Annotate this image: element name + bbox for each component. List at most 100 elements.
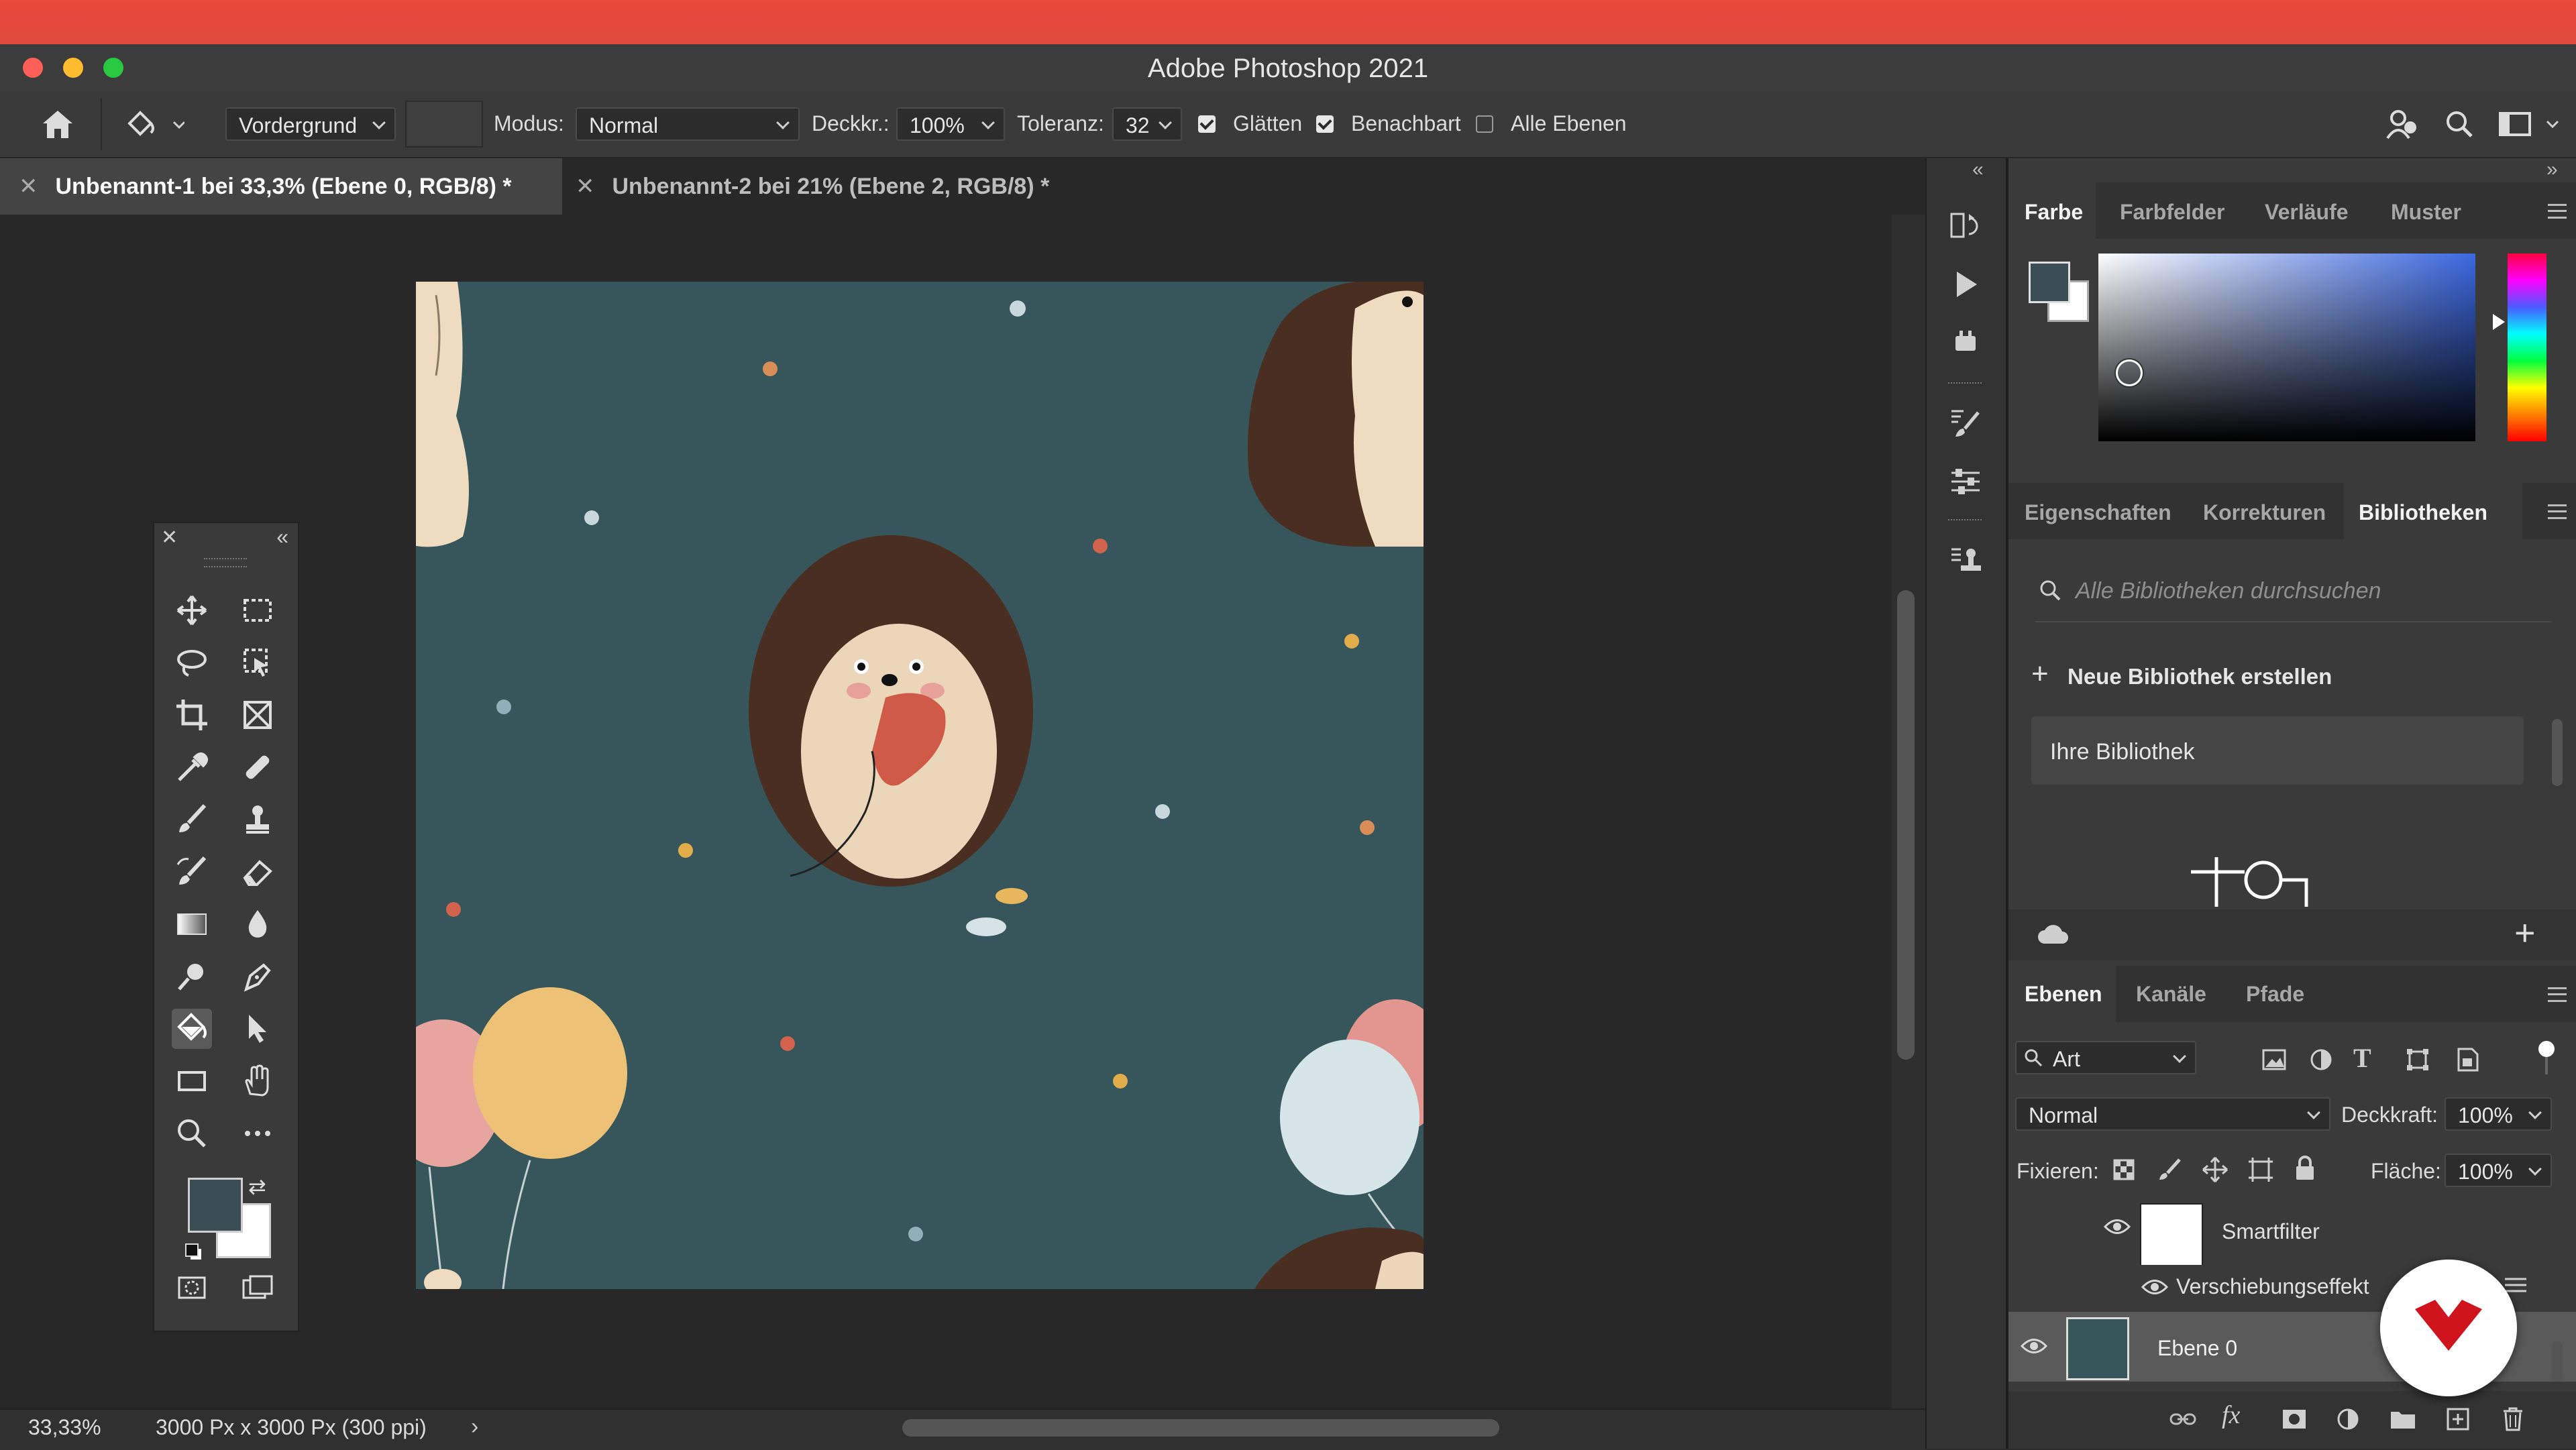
workspace-switcher-icon[interactable] <box>2494 107 2568 141</box>
tab-libraries[interactable]: Bibliotheken <box>2359 500 2487 525</box>
eraser-tool-icon[interactable] <box>237 852 278 892</box>
layer-opacity-input[interactable]: 100% <box>2445 1097 2552 1131</box>
frame-tool-icon[interactable] <box>237 695 278 735</box>
more-tools-icon[interactable] <box>237 1113 278 1154</box>
document-info[interactable]: 3000 Px x 3000 Px (300 ppi) <box>156 1415 427 1440</box>
visibility-eye-icon[interactable] <box>2103 1217 2131 1243</box>
clone-source-panel-icon[interactable] <box>1942 541 1989 581</box>
tab-document-2[interactable]: ✕ Unbenannt-2 bei 21% (Ebene 2, RGB/8) * <box>562 158 1099 215</box>
dodge-tool-icon[interactable] <box>172 956 212 997</box>
eyedropper-tool-icon[interactable] <box>172 747 212 787</box>
tab-patterns[interactable]: Muster <box>2391 200 2461 225</box>
document-canvas[interactable] <box>416 282 1424 1289</box>
healing-brush-tool-icon[interactable] <box>237 747 278 787</box>
pen-tool-icon[interactable] <box>237 956 278 997</box>
panel-menu-icon[interactable] <box>2548 204 2567 219</box>
tab-color[interactable]: Farbe <box>2025 200 2083 225</box>
brush-settings-panel-icon[interactable] <box>1942 402 1989 443</box>
crop-tool-icon[interactable] <box>172 695 212 735</box>
layer-thumbnail[interactable] <box>2066 1317 2129 1380</box>
new-group-folder-icon[interactable] <box>2388 1404 2418 1434</box>
home-icon[interactable] <box>38 107 78 141</box>
filter-toggle[interactable] <box>2538 1041 2555 1074</box>
lasso-tool-icon[interactable] <box>172 643 212 683</box>
close-panel-icon[interactable]: ✕ <box>161 526 178 549</box>
object-selection-tool-icon[interactable] <box>237 643 278 683</box>
lock-artboard-icon[interactable] <box>2246 1155 2275 1184</box>
rectangle-tool-icon[interactable] <box>172 1061 212 1101</box>
paint-bucket-tool-preset-icon[interactable] <box>121 107 188 141</box>
lock-image-pixels-icon[interactable] <box>2156 1156 2183 1183</box>
cloud-icon[interactable] <box>2037 920 2070 947</box>
lock-transparent-pixels-icon[interactable] <box>2110 1156 2137 1183</box>
antialias-checkbox[interactable] <box>1198 115 1216 133</box>
hue-slider[interactable] <box>2508 254 2546 441</box>
zoom-level[interactable]: 33,33% <box>28 1415 101 1440</box>
tab-gradients[interactable]: Verläufe <box>2265 200 2349 225</box>
new-adjustment-layer-icon[interactable] <box>2333 1404 2363 1434</box>
opacity-input[interactable]: 100% <box>896 107 1005 141</box>
clone-stamp-tool-icon[interactable] <box>237 799 278 840</box>
zoom-tool-icon[interactable] <box>172 1113 212 1154</box>
pattern-picker[interactable] <box>405 101 483 148</box>
smart-filter-mask-thumbnail[interactable] <box>2140 1203 2203 1266</box>
close-tab-icon[interactable]: ✕ <box>576 174 595 199</box>
add-mask-icon[interactable] <box>2279 1404 2309 1434</box>
collapse-panel-icon[interactable]: « <box>276 524 288 549</box>
hue-slider-handle[interactable] <box>2493 314 2505 330</box>
path-selection-tool-icon[interactable] <box>237 1009 278 1049</box>
color-picker-handle[interactable] <box>2116 359 2143 386</box>
tab-adjustments[interactable]: Korrekturen <box>2203 500 2326 525</box>
gradient-tool-icon[interactable] <box>172 904 212 944</box>
plus-icon[interactable]: + <box>2031 657 2049 691</box>
visibility-eye-icon[interactable] <box>2141 1277 2169 1303</box>
learn-icon[interactable] <box>2381 107 2422 141</box>
actions-panel-icon[interactable] <box>1942 264 1989 304</box>
filter-pixel-layers-icon[interactable] <box>2258 1044 2290 1076</box>
foreground-color-swatch[interactable] <box>188 1178 243 1233</box>
panel-menu-icon[interactable] <box>2548 504 2567 519</box>
layers-scroll-thumb[interactable] <box>2552 1341 2563 1382</box>
fill-input[interactable]: 100% <box>2445 1154 2552 1187</box>
swap-colors-icon[interactable]: ⇄ <box>248 1174 266 1199</box>
library-search-placeholder[interactable]: Alle Bibliotheken durchsuchen <box>2076 578 2381 604</box>
horizontal-scroll-thumb[interactable] <box>902 1419 1499 1437</box>
plugins-panel-icon[interactable] <box>1942 322 1989 362</box>
tab-swatches[interactable]: Farbfelder <box>2120 200 2224 225</box>
filter-smart-objects-icon[interactable] <box>2451 1044 2483 1076</box>
hand-tool-icon[interactable] <box>237 1061 278 1101</box>
quick-mask-icon[interactable] <box>172 1268 212 1308</box>
screen-mode-icon[interactable] <box>237 1268 278 1308</box>
tab-document-1[interactable]: ✕ Unbenannt-1 bei 33,3% (Ebene 0, RGB/8) … <box>0 158 562 215</box>
filter-adjustment-layers-icon[interactable] <box>2305 1044 2337 1076</box>
chevron-right-icon[interactable]: › <box>471 1414 478 1440</box>
close-tab-icon[interactable]: ✕ <box>19 174 38 199</box>
paint-bucket-tool-icon[interactable] <box>172 1009 212 1049</box>
link-layers-icon[interactable] <box>2168 1404 2198 1434</box>
tab-paths[interactable]: Pfade <box>2246 982 2304 1007</box>
tab-layers[interactable]: Ebenen <box>2025 982 2102 1007</box>
marquee-tool-icon[interactable] <box>237 590 278 630</box>
color-foreground-swatch[interactable] <box>2029 262 2070 303</box>
default-colors-icon[interactable] <box>185 1243 203 1261</box>
brush-tool-icon[interactable] <box>172 799 212 840</box>
delete-layer-trash-icon[interactable] <box>2498 1404 2528 1434</box>
history-panel-icon[interactable] <box>1942 205 1989 245</box>
new-library-button[interactable]: Neue Bibliothek erstellen <box>2068 664 2332 689</box>
contiguous-checkbox[interactable] <box>1316 115 1334 133</box>
move-tool-icon[interactable] <box>172 590 212 630</box>
lock-all-icon[interactable] <box>2290 1154 2320 1183</box>
tab-channels[interactable]: Kanäle <box>2136 982 2206 1007</box>
all-layers-checkbox[interactable] <box>1476 115 1493 133</box>
blur-tool-icon[interactable] <box>237 904 278 944</box>
layer-style-fx-icon[interactable]: fx <box>2222 1400 2240 1430</box>
filter-type-layers-icon[interactable]: T <box>2353 1042 2371 1074</box>
filter-shape-layers-icon[interactable] <box>2402 1044 2434 1076</box>
libraries-scroll-thumb[interactable] <box>2552 719 2563 786</box>
smart-filter-row[interactable]: Smartfilter <box>2008 1201 2576 1266</box>
visibility-eye-icon[interactable] <box>2020 1336 2048 1362</box>
collapse-panels-icon[interactable]: » <box>2546 158 2558 181</box>
tab-properties[interactable]: Eigenschaften <box>2025 500 2171 525</box>
mode-dropdown[interactable]: Normal <box>576 107 800 141</box>
history-brush-tool-icon[interactable] <box>172 852 212 892</box>
